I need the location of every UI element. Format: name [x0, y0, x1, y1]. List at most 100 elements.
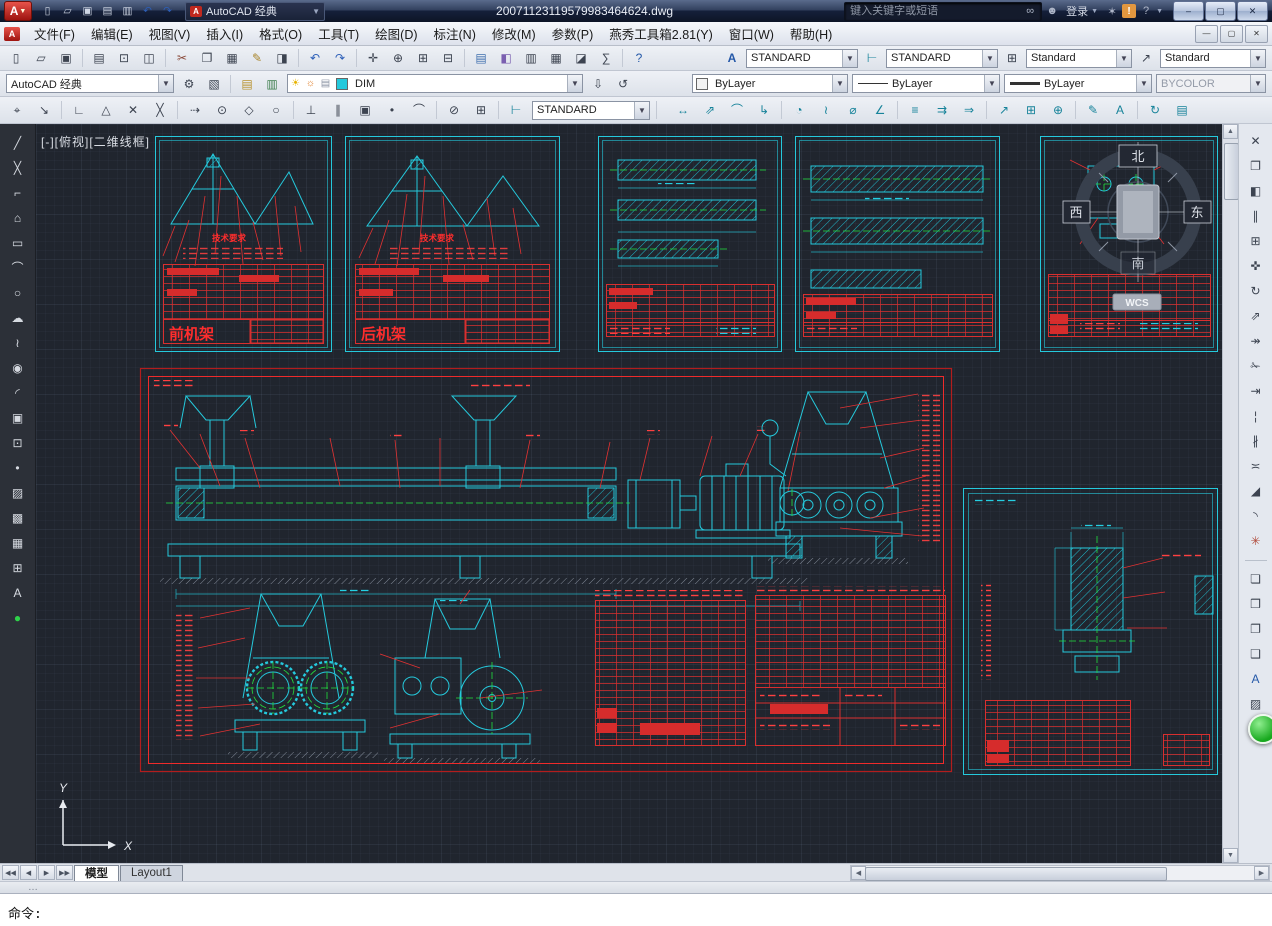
command-line[interactable]: 命令:	[0, 894, 1272, 926]
quick-leader-icon[interactable]: ↗	[991, 99, 1017, 121]
snap-tangent-icon[interactable]: ○	[263, 99, 289, 121]
scroll-right-button[interactable]: ▶	[1254, 866, 1269, 880]
layer-freeze-icon[interactable]: ☼	[303, 78, 318, 89]
menu-item-2[interactable]: 视图(V)	[141, 21, 199, 46]
ellipse-icon[interactable]: ◉	[5, 357, 31, 380]
chamfer-icon[interactable]: ◢	[1243, 480, 1269, 503]
send-under-objects-icon[interactable]: ❑	[1243, 643, 1269, 666]
aligned-dimension-icon[interactable]: ⇗	[697, 99, 723, 121]
snap-from-icon[interactable]: ↘	[31, 99, 57, 121]
mdi-minimize-button[interactable]: —	[1195, 25, 1218, 43]
copy-object-icon[interactable]: ❐	[1243, 155, 1269, 178]
mirror-icon[interactable]: ◧	[1243, 180, 1269, 203]
drawing-viewport[interactable]: .cy{stroke:#25c9dc;fill:none;stroke-widt…	[36, 124, 1222, 863]
zoom-realtime-icon[interactable]: ⊕	[386, 47, 410, 69]
vertical-scrollbar[interactable]: ▲ ▼	[1222, 124, 1238, 863]
jogged-dimension-icon[interactable]: ≀	[813, 99, 839, 121]
region-icon[interactable]: ▦	[5, 532, 31, 555]
menu-item-0[interactable]: 文件(F)	[26, 21, 83, 46]
drawing-canvas[interactable]: [-][俯视][二维线框] .cy{stroke:#25c9dc;fill:no…	[36, 124, 1222, 863]
snap-perpendicular-icon[interactable]: ⊥	[298, 99, 324, 121]
workspace-save-icon[interactable]: ▧	[202, 73, 226, 95]
line-icon[interactable]: ╱	[5, 132, 31, 155]
move-icon[interactable]: ✜	[1243, 255, 1269, 278]
center-mark-icon[interactable]: ⊕	[1045, 99, 1071, 121]
sign-in-button[interactable]: 登录 ▼	[1062, 3, 1102, 19]
menu-item-1[interactable]: 编辑(E)	[83, 21, 141, 46]
snap-none-icon[interactable]: ⊘	[441, 99, 467, 121]
print-preview-icon[interactable]: ⊡	[112, 47, 136, 69]
multileader-style-combo[interactable]: Standard▼	[1160, 49, 1266, 68]
zoom-previous-icon[interactable]: ⊟	[436, 47, 460, 69]
copy-clip-icon[interactable]: ❐	[195, 47, 219, 69]
tab-layout1[interactable]: Layout1	[120, 865, 183, 881]
erase-icon[interactable]: ✕	[1243, 130, 1269, 153]
pan-icon[interactable]: ✛	[361, 47, 385, 69]
scroll-left-button[interactable]: ◀	[851, 866, 866, 880]
quick-dimension-icon[interactable]: ≡	[902, 99, 928, 121]
app-menu-button[interactable]: A▼	[4, 1, 32, 21]
alert-icon[interactable]: !	[1122, 4, 1136, 18]
viewport-controls[interactable]: [-][俯视][二维线框]	[41, 133, 150, 150]
layer-combo[interactable]: ☀ ☼ ▤ DIM ▼	[287, 74, 583, 93]
revision-cloud-icon[interactable]: ☁	[5, 307, 31, 330]
snap-center-icon[interactable]: ⊙	[209, 99, 235, 121]
plot-icon[interactable]: ▤	[87, 47, 111, 69]
scroll-down-button[interactable]: ▼	[1223, 848, 1238, 863]
hatch-to-back-icon[interactable]: ▨	[1243, 693, 1269, 716]
menu-item-12[interactable]: 帮助(H)	[782, 21, 840, 46]
snap-quadrant-icon[interactable]: ◇	[236, 99, 262, 121]
point-icon[interactable]: •	[5, 457, 31, 480]
snap-apparent-intersection-icon[interactable]: ╳	[147, 99, 173, 121]
workspace-switcher[interactable]: A AutoCAD 经典 ▼	[185, 2, 325, 21]
workspace-settings-icon[interactable]: ⚙	[177, 73, 201, 95]
bring-above-objects-icon[interactable]: ❐	[1243, 618, 1269, 641]
open-file-icon[interactable]: ▱	[58, 2, 77, 20]
insert-block-icon[interactable]: ▣	[5, 407, 31, 430]
binoculars-icon[interactable]: ∞	[1022, 5, 1038, 17]
menu-item-10[interactable]: 燕秀工具箱2.81(Y)	[601, 21, 721, 46]
maximize-button[interactable]: ▢	[1205, 1, 1236, 21]
sheet-set-manager-icon[interactable]: ▦	[544, 47, 568, 69]
cut-icon[interactable]: ✂	[170, 47, 194, 69]
ellipse-arc-icon[interactable]: ◜	[5, 382, 31, 405]
send-to-back-icon[interactable]: ❒	[1243, 593, 1269, 616]
baseline-dimension-icon[interactable]: ⇉	[929, 99, 955, 121]
markup-set-manager-icon[interactable]: ◪	[569, 47, 593, 69]
properties-icon[interactable]: ▤	[469, 47, 493, 69]
snap-extension-icon[interactable]: ⇢	[182, 99, 208, 121]
snap-parallel-icon[interactable]: ∥	[325, 99, 351, 121]
help-icon[interactable]: ?	[1138, 5, 1154, 17]
text-style-combo[interactable]: STANDARD▼	[746, 49, 858, 68]
rectangle-icon[interactable]: ▭	[5, 232, 31, 255]
print-icon[interactable]: ▥	[118, 2, 137, 20]
extend-icon[interactable]: ⇥	[1243, 380, 1269, 403]
tool-palettes-icon[interactable]: ▥	[519, 47, 543, 69]
layer-on-icon[interactable]: ☀	[288, 78, 303, 89]
new-file-icon[interactable]: ▯	[38, 2, 57, 20]
command-window-grip[interactable]: …	[0, 881, 1272, 894]
vertical-scroll-thumb[interactable]	[1224, 143, 1239, 200]
horizontal-scroll-thumb[interactable]	[865, 867, 1167, 881]
circle-icon[interactable]: ○	[5, 282, 31, 305]
help-icon[interactable]: ?	[627, 47, 651, 69]
publish-icon[interactable]: ◫	[137, 47, 161, 69]
help-search-box[interactable]: ∞	[844, 2, 1042, 21]
rotate-icon[interactable]: ↻	[1243, 280, 1269, 303]
snap-intersection-icon[interactable]: ✕	[120, 99, 146, 121]
undo-icon[interactable]: ↶	[138, 2, 157, 20]
polyline-icon[interactable]: ⌐	[5, 182, 31, 205]
polygon-icon[interactable]: ⌂	[5, 207, 31, 230]
table-icon[interactable]: ⊞	[5, 557, 31, 580]
drawing-file-icon[interactable]: A	[4, 27, 20, 41]
menu-item-4[interactable]: 格式(O)	[251, 21, 310, 46]
dimension-style-combo[interactable]: STANDARD▼	[532, 101, 650, 120]
previous-tab-button[interactable]: ◀	[20, 865, 37, 880]
radius-dimension-icon[interactable]: ◔	[786, 99, 812, 121]
annotation-scale-icon[interactable]: ●	[5, 607, 31, 630]
menu-item-5[interactable]: 工具(T)	[310, 21, 367, 46]
text-to-front-icon[interactable]: A	[1243, 668, 1269, 691]
trim-icon[interactable]: ✁	[1243, 355, 1269, 378]
spline-icon[interactable]: ≀	[5, 332, 31, 355]
diameter-dimension-icon[interactable]: ⌀	[840, 99, 866, 121]
